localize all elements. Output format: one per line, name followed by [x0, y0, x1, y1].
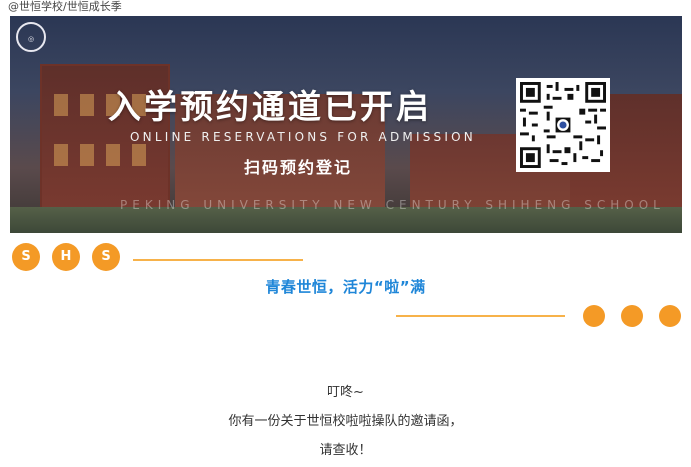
qr-code-icon[interactable]	[516, 78, 610, 172]
body-line-3: 请查收！	[319, 443, 372, 458]
body-line-1: 叮咚~	[327, 385, 364, 400]
banner-watermark: PEKING UNIVERSITY NEW CENTURY SHIHENG SC…	[120, 198, 665, 212]
slogan: 青春世恒，活力“啦”满	[265, 278, 426, 296]
admission-banner[interactable]: ◎ 入学预约通道已开启 ONLINE RESERVATIONS FOR ADMI…	[10, 16, 682, 233]
divider-line-top	[133, 259, 303, 261]
badge-s-1: S	[12, 243, 40, 271]
badge-h: H	[52, 243, 80, 271]
decor-dot-1	[583, 305, 605, 327]
banner-subtitle-en: ONLINE RESERVATIONS FOR ADMISSION	[130, 130, 476, 144]
decor-dot-3	[659, 305, 681, 327]
body-line-2: 你有一份关于世恒校啦啦操队的邀请函，	[228, 414, 463, 429]
badge-s-2: S	[92, 243, 120, 271]
post-caption: @世恒学校/世恒成长季	[8, 0, 122, 13]
school-logo-icon: ◎	[16, 22, 46, 52]
decor-dot-2	[621, 305, 643, 327]
divider-line-bottom	[396, 315, 565, 317]
banner-title: 入学预约通道已开启	[108, 87, 432, 126]
banner-scan-text: 扫码预约登记	[244, 158, 353, 177]
